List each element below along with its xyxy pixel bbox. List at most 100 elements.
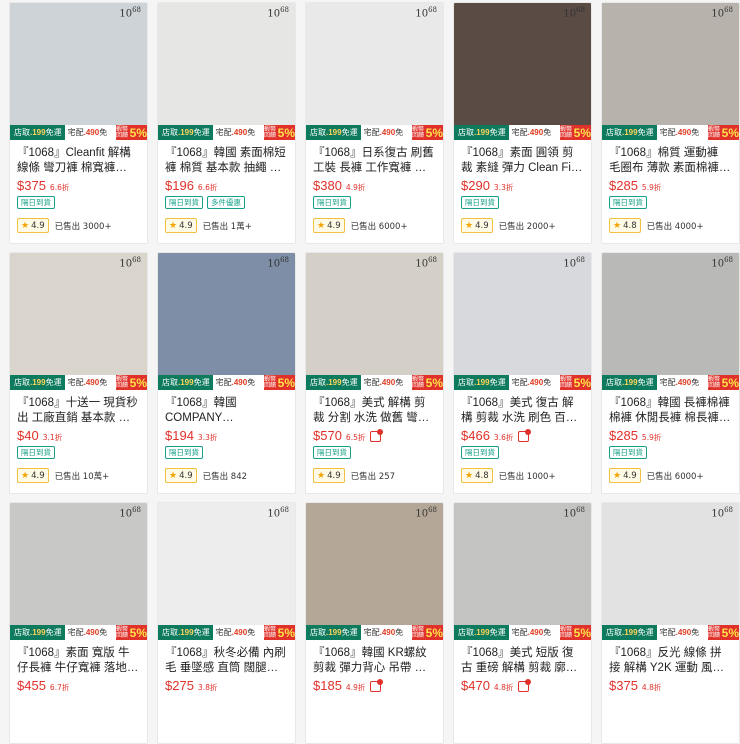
price-row: $194 3.3折 <box>158 426 295 444</box>
product-image[interactable]: 1068 店取.199免運宅配.490免運蝦幣回饋5% <box>10 253 147 390</box>
product-tag: 隔日到貨 <box>461 196 499 209</box>
price-row: $570 6.5折 <box>306 426 443 444</box>
product-image[interactable]: 1068 店取.199免運宅配.490免運蝦幣回饋5% <box>602 253 739 390</box>
store-pickup-promo: 店取.199免運 <box>458 628 506 637</box>
product-title[interactable]: 『1068』Cleanfit 解構 線條 彎刀褲 棉寬褲 UNISEX ... <box>10 140 147 176</box>
product-card[interactable]: 1068 店取.199免運宅配.490免運蝦幣回饋5%『1068』棉質 運動褲 毛… <box>601 2 740 244</box>
product-card[interactable]: 1068 店取.199免運宅配.490免運蝦幣回饋5%『1068』韓國 COMPA… <box>157 252 296 494</box>
product-card[interactable]: 1068 店取.199免運宅配.490免運蝦幣回饋5%『1068』韓國 長褲棉褲 … <box>601 252 740 494</box>
product-image[interactable]: 1068 店取.199免運宅配.490免運蝦幣回饋5% <box>306 503 443 640</box>
home-delivery-promo: 宅配.490免運 <box>656 375 708 390</box>
promo-banner: 店取.199免運宅配.490免運蝦幣回饋5% <box>306 375 443 390</box>
store-pickup-promo: 店取.199免運 <box>310 378 358 387</box>
product-title[interactable]: 『1068』秋冬必備 內刷毛 垂墜感 直筒 闊腿褲 Clea... <box>158 640 295 676</box>
product-card[interactable]: 1068 店取.199免運宅配.490免運蝦幣回饋5%『1068』韓國 KR螺紋剪… <box>305 502 444 744</box>
product-title[interactable]: 『1068』棉質 運動褲 毛圈布 薄款 素面棉褲 長褲 綁... <box>602 140 739 176</box>
product-tag: 隔日到貨 <box>609 196 647 209</box>
rating-badge: ★ 4.9 <box>461 218 493 233</box>
product-image[interactable]: 1068 店取.199免運宅配.490免運蝦幣回饋5% <box>602 3 739 140</box>
store-pickup-promo: 店取.199免運 <box>14 378 62 387</box>
product-card[interactable]: 1068 店取.199免運宅配.490免運蝦幣回饋5%『1068』秋冬必備 內刷毛… <box>157 502 296 744</box>
tag-list: 隔日到貨 <box>10 194 147 212</box>
rating-row: ★ 4.9 已售出 10萬+ <box>10 462 147 483</box>
promo-banner: 店取.199免運宅配.490免運蝦幣回饋5% <box>602 375 739 390</box>
product-title[interactable]: 『1068』美式 解構 剪裁 分割 水洗 做舊 彎刀褲 彎刀... <box>306 390 443 426</box>
product-card[interactable]: 1068 店取.199免運宅配.490免運蝦幣回饋5%『1068』美式 解構 剪裁… <box>305 252 444 494</box>
product-title[interactable]: 『1068』美式 短版 復古 重磅 解構 剪裁 廓形 連帽外... <box>454 640 591 676</box>
product-price: $194 <box>165 428 194 443</box>
sold-count: 已售出 10萬+ <box>54 471 110 482</box>
product-title[interactable]: 『1068』韓國 COMPANY BROOKLYN 布魯克林 細... <box>158 390 295 426</box>
cashback-badge: 蝦幣回饋 5% <box>412 625 443 640</box>
product-title[interactable]: 『1068』十送一 現貨秒出 工廠直銷 基本款 素色 黑 ... <box>10 390 147 426</box>
promo-banner: 店取.199免運宅配.490免運蝦幣回饋5% <box>10 625 147 640</box>
home-delivery-promo: 宅配.490免運 <box>360 625 412 640</box>
product-card[interactable]: 1068 店取.199免運宅配.490免運蝦幣回饋5%『1068』素面 寬版 牛仔… <box>9 502 148 744</box>
product-card[interactable]: 1068 店取.199免運宅配.490免運蝦幣回饋5%『1068』反光 線條 拼接… <box>601 502 740 744</box>
product-title[interactable]: 『1068』反光 線條 拼接 解構 Y2K 運動 風衣 外套... <box>602 640 739 676</box>
product-title[interactable]: 『1068』日系復古 刷舊 工裝 長褲 工作寬褲 寬版 寬... <box>306 140 443 176</box>
sold-count: 已售出 6000+ <box>350 221 408 232</box>
product-title[interactable]: 『1068』韓國 長褲棉褲 棉褲 休閒長褲 棉長褲 素面 ... <box>602 390 739 426</box>
product-card[interactable]: 1068 店取.199免運宅配.490免運蝦幣回饋5%『1068』美式 復古 解構… <box>453 252 592 494</box>
discount-label: 4.9折 <box>345 683 366 692</box>
cashback-badge: 蝦幣回饋 5% <box>264 375 295 390</box>
product-card[interactable]: 1068 店取.199免運宅配.490免運蝦幣回饋5%『1068』日系復古 刷舊 … <box>305 2 444 244</box>
price-row: $285 5.9折 <box>602 176 739 194</box>
product-image[interactable]: 1068 店取.199免運宅配.490免運蝦幣回饋5% <box>158 3 295 140</box>
home-delivery-promo: 宅配.490免運 <box>64 375 116 390</box>
product-image[interactable]: 1068 店取.199免運宅配.490免運蝦幣回饋5% <box>158 503 295 640</box>
home-delivery-promo: 宅配.490免運 <box>508 375 560 390</box>
store-pickup-promo: 店取.199免運 <box>162 378 210 387</box>
tag-list: 隔日到貨 <box>602 444 739 462</box>
product-title[interactable]: 『1068』韓國 KR螺紋剪裁 彈力背心 吊帶 素縫 彈力... <box>306 640 443 676</box>
promo-banner: 店取.199免運宅配.490免運蝦幣回饋5% <box>306 125 443 140</box>
rating-row: ★ 4.9 已售出 2000+ <box>454 212 591 233</box>
home-delivery-promo: 宅配.490免運 <box>212 625 264 640</box>
product-image[interactable]: 1068 店取.199免運宅配.490免運蝦幣回饋5% <box>306 253 443 390</box>
cashback-badge: 蝦幣回饋 5% <box>412 125 443 140</box>
home-delivery-promo: 宅配.490免運 <box>508 625 560 640</box>
product-image[interactable]: 1068 店取.199免運宅配.490免運蝦幣回饋5% <box>602 503 739 640</box>
product-image[interactable]: 1068 店取.199免運宅配.490免運蝦幣回饋5% <box>306 3 443 140</box>
home-delivery-promo: 宅配.490免運 <box>656 625 708 640</box>
product-title[interactable]: 『1068』素面 圓領 剪裁 素縫 彈力 Clean Fit 合身 健... <box>454 140 591 176</box>
cashback-badge: 蝦幣回饋 5% <box>708 375 739 390</box>
product-card[interactable]: 1068 店取.199免運宅配.490免運蝦幣回饋5%『1068』美式 短版 復古… <box>453 502 592 744</box>
rating-row: ★ 4.9 已售出 3000+ <box>10 212 147 233</box>
brand-logo: 1068 <box>119 506 141 520</box>
discount-label: 5.9折 <box>641 183 662 192</box>
product-title[interactable]: 『1068』韓國 素面棉短褲 棉質 基本款 抽繩 運動褲 ... <box>158 140 295 176</box>
promo-banner: 店取.199免運宅配.490免運蝦幣回饋5% <box>306 625 443 640</box>
product-image[interactable]: 1068 店取.199免運宅配.490免運蝦幣回饋5% <box>454 253 591 390</box>
promo-banner: 店取.199免運宅配.490免運蝦幣回饋5% <box>602 625 739 640</box>
promo-banner: 店取.199免運宅配.490免運蝦幣回饋5% <box>158 125 295 140</box>
product-card[interactable]: 1068 店取.199免運宅配.490免運蝦幣回饋5%『1068』十送一 現貨秒出… <box>9 252 148 494</box>
product-image[interactable]: 1068 店取.199免運宅配.490免運蝦幣回饋5% <box>10 3 147 140</box>
tag-list: 隔日到貨 多件優惠 <box>158 194 295 212</box>
brand-logo: 1068 <box>711 256 733 270</box>
product-card[interactable]: 1068 店取.199免運宅配.490免運蝦幣回饋5%『1068』韓國 素面棉短褲… <box>157 2 296 244</box>
product-image[interactable]: 1068 店取.199免運宅配.490免運蝦幣回饋5% <box>454 3 591 140</box>
product-card[interactable]: 1068 店取.199免運宅配.490免運蝦幣回饋5%『1068』Cleanfit… <box>9 2 148 244</box>
price-row: $40 3.1折 <box>10 426 147 444</box>
price-row: $290 3.3折 <box>454 176 591 194</box>
rating-row: ★ 4.9 已售出 842 <box>158 462 295 483</box>
home-delivery-promo: 宅配.490免運 <box>360 125 412 140</box>
product-title[interactable]: 『1068』美式 復古 解構 剪裁 水洗 刷色 百搭彎刀褲 ... <box>454 390 591 426</box>
rating-badge: ★ 4.9 <box>17 218 49 233</box>
star-icon: ★ <box>21 470 30 481</box>
star-icon: ★ <box>465 470 474 481</box>
product-image[interactable]: 1068 店取.199免運宅配.490免運蝦幣回饋5% <box>158 253 295 390</box>
product-title[interactable]: 『1068』素面 寬版 牛仔長褲 牛仔寬褲 落地 寬鬆 熱... <box>10 640 147 676</box>
rating-badge: ★ 4.9 <box>313 218 345 233</box>
cashback-badge: 蝦幣回饋 5% <box>116 625 147 640</box>
shopping-bag-icon <box>370 678 384 692</box>
product-image[interactable]: 1068 店取.199免運宅配.490免運蝦幣回饋5% <box>454 503 591 640</box>
rating-row: ★ 4.8 已售出 4000+ <box>602 212 739 233</box>
rating-badge: ★ 4.9 <box>609 468 641 483</box>
product-card[interactable]: 1068 店取.199免運宅配.490免運蝦幣回饋5%『1068』素面 圓領 剪裁… <box>453 2 592 244</box>
product-image[interactable]: 1068 店取.199免運宅配.490免運蝦幣回饋5% <box>10 503 147 640</box>
product-tag: 隔日到貨 <box>165 446 203 459</box>
store-pickup-promo: 店取.199免運 <box>14 128 62 137</box>
